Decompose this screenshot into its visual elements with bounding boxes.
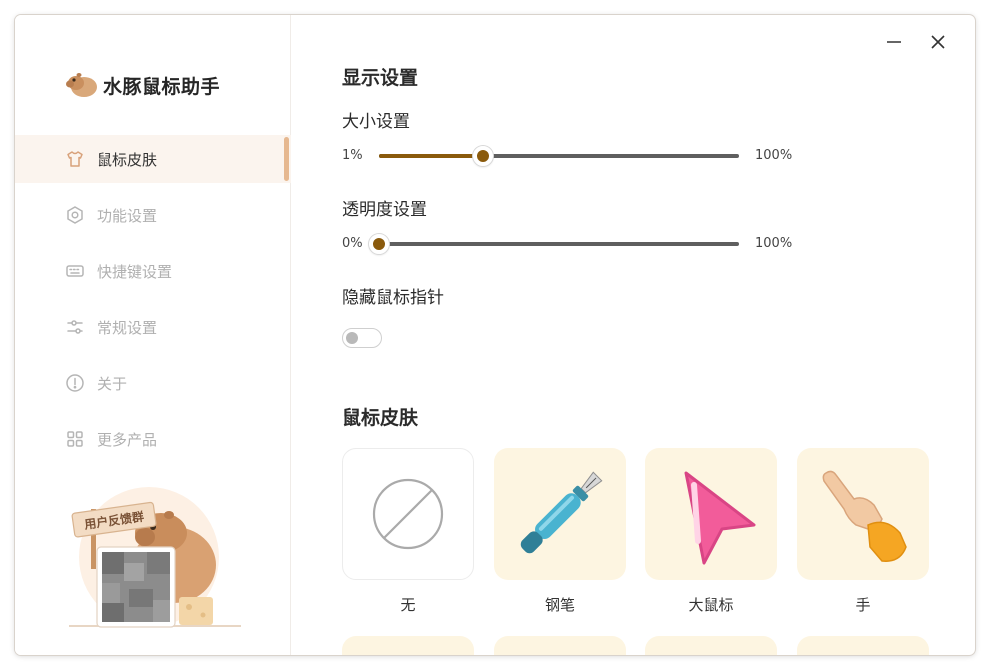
shirt-icon [65,149,85,169]
hide-pointer-toggle[interactable] [342,328,382,348]
skin-option-row2-2[interactable] [494,636,626,655]
sidebar-item-label: 常规设置 [97,318,158,337]
opacity-slider-thumb[interactable] [369,234,389,254]
skin-label: 手 [855,596,871,614]
sidebar-item-label: 鼠标皮肤 [97,150,158,169]
sidebar-item-label: 快捷键设置 [97,262,173,281]
qr-code-icon [102,552,170,622]
sidebar: 水豚鼠标助手 鼠标皮肤 功能设置 快捷键设置 常规设置 关于 更多产品 用户反馈… [15,15,291,655]
size-slider-thumb[interactable] [473,146,494,166]
skin-card [494,636,626,655]
sidebar-item-general-settings[interactable]: 常规设置 [15,303,291,351]
skin-option-row2-1[interactable] [342,636,474,655]
size-slider[interactable] [379,146,739,166]
hide-pointer-label: 隐藏鼠标指针 [342,288,444,308]
brand: 水豚鼠标助手 [65,67,220,103]
sidebar-item-label: 功能设置 [97,206,158,225]
size-min-label: 1% [342,148,363,163]
size-max-label: 100% [755,148,793,163]
close-button[interactable] [926,31,950,53]
feedback-group-card[interactable]: 用户反馈群 [69,485,249,645]
grid-icon [65,429,85,449]
skin-option-row2-3[interactable] [645,636,777,655]
mouse-skin-title: 鼠标皮肤 [342,407,419,429]
skin-card [797,448,929,580]
sidebar-item-about[interactable]: 关于 [15,359,291,407]
skin-card [645,636,777,655]
pointing-hand-icon [822,470,907,562]
capybara-logo-icon [66,73,97,97]
skin-card [645,448,777,580]
sidebar-nav: 鼠标皮肤 功能设置 快捷键设置 常规设置 关于 更多产品 [15,135,291,471]
minimize-button[interactable] [882,31,906,53]
toggle-knob [346,332,358,344]
big-cursor-icon [684,471,756,565]
skin-option-row2-4[interactable] [797,636,929,655]
opacity-min-label: 0% [342,236,363,251]
sidebar-item-function-settings[interactable]: 功能设置 [15,191,291,239]
minimize-icon [887,41,901,43]
app-title: 水豚鼠标助手 [103,75,221,98]
display-settings-title: 显示设置 [342,67,419,89]
hexagon-settings-icon [65,205,85,225]
none-icon [372,478,444,550]
size-slider-fill [379,154,484,158]
opacity-setting-label: 透明度设置 [342,200,427,220]
active-indicator [284,137,289,181]
keyboard-icon [65,261,85,281]
skin-option-big-cursor[interactable]: 大鼠标 [645,448,777,615]
main-content: 显示设置 大小设置 1% 100% 透明度设置 0% 100% 隐藏鼠标指针 鼠… [292,15,975,655]
skin-card [342,448,474,580]
skin-option-hand[interactable]: 手 [797,448,929,615]
app-window: 水豚鼠标助手 鼠标皮肤 功能设置 快捷键设置 常规设置 关于 更多产品 用户反馈… [15,15,975,655]
sidebar-item-label: 关于 [97,374,128,393]
skin-option-none[interactable]: 无 [342,448,474,615]
sliders-icon [65,317,85,337]
skin-option-pen[interactable]: 钢笔 [494,448,626,615]
skin-label: 大鼠标 [688,596,734,614]
sidebar-item-more-products[interactable]: 更多产品 [15,415,291,463]
skin-label: 钢笔 [544,596,575,614]
sidebar-item-mouse-skin[interactable]: 鼠标皮肤 [15,135,291,183]
skin-card [494,448,626,580]
sidebar-item-label: 更多产品 [97,430,158,449]
close-icon [931,35,945,49]
sidebar-item-shortcut-settings[interactable]: 快捷键设置 [15,247,291,295]
size-setting-label: 大小设置 [342,112,410,132]
skin-label: 无 [400,596,416,614]
opacity-max-label: 100% [755,236,793,251]
fountain-pen-icon [520,471,603,554]
opacity-slider[interactable] [369,234,739,254]
skin-card [342,636,474,655]
info-icon [65,373,85,393]
skin-card [797,636,929,655]
capybara-feedback-illustration: 用户反馈群 [69,487,241,628]
